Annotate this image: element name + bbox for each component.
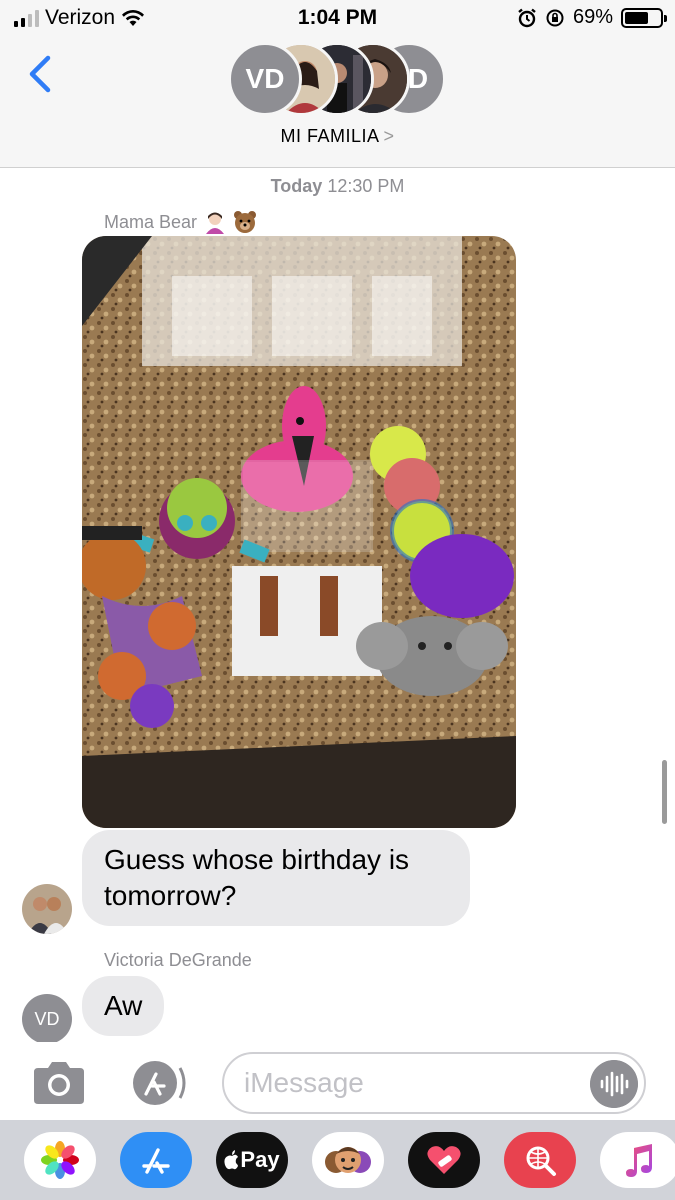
- sender-name: Mama Bear: [104, 210, 257, 234]
- sender-name: Victoria DeGrande: [104, 950, 252, 971]
- scroll-indicator[interactable]: [662, 760, 667, 824]
- group-name-label: MI FAMILIA: [280, 126, 380, 146]
- sender-label: Mama Bear: [104, 211, 198, 232]
- music-icon[interactable]: [600, 1132, 675, 1188]
- battery-fill: [625, 11, 649, 24]
- search-web-icon[interactable]: [504, 1132, 576, 1188]
- sender-avatar[interactable]: VD: [22, 994, 72, 1044]
- timestamp-day: Today: [270, 176, 323, 196]
- message-bubble[interactable]: Guess whose birthday is tomorrow?: [82, 830, 470, 926]
- conversation-header: D VD MI FAMILIA >: [0, 36, 675, 168]
- message-field[interactable]: [222, 1052, 646, 1114]
- timestamp-time: 12:30 PM: [327, 176, 405, 196]
- app-drawer: Pay: [0, 1120, 675, 1200]
- compose-bar: [0, 1042, 675, 1120]
- photo-image: [82, 236, 516, 828]
- apple-pay-icon[interactable]: Pay: [216, 1132, 288, 1188]
- battery-percent: 69%: [572, 6, 613, 28]
- message-timestamp: Today 12:30 PM: [0, 176, 675, 197]
- app-store-icon[interactable]: [120, 1132, 192, 1188]
- group-avatars[interactable]: D VD: [228, 42, 448, 118]
- sender-avatar[interactable]: [22, 884, 72, 934]
- photo-message[interactable]: [82, 236, 516, 828]
- camera-icon[interactable]: [30, 1060, 88, 1106]
- message-input[interactable]: [244, 1064, 584, 1102]
- chevron-right-icon: >: [383, 126, 395, 146]
- photos-icon[interactable]: [24, 1132, 96, 1188]
- rotation-lock-icon: [546, 9, 564, 26]
- message-bubble[interactable]: Aw: [82, 976, 165, 1036]
- heart-app-icon[interactable]: [408, 1132, 480, 1188]
- back-chevron-icon[interactable]: [22, 52, 62, 96]
- message-text: Guess whose birthday is tomorrow?: [104, 844, 410, 911]
- status-bar: Verizon 1:04 PM 69%: [0, 0, 675, 36]
- memoji-icon[interactable]: [312, 1132, 384, 1188]
- group-name[interactable]: MI FAMILIA >: [0, 126, 675, 147]
- battery-icon: [621, 7, 667, 28]
- message-text: Aw: [104, 990, 143, 1021]
- apple-logo-icon: [224, 1150, 239, 1170]
- woman-emoji-icon: [206, 212, 225, 234]
- bear-emoji-icon: [234, 211, 257, 233]
- alarm-icon: [518, 8, 536, 27]
- app-store-icon[interactable]: [126, 1060, 190, 1106]
- sender-label: Victoria DeGrande: [104, 950, 252, 970]
- apple-pay-label: Pay: [240, 1147, 280, 1172]
- avatar: VD: [228, 42, 302, 116]
- audio-message-icon[interactable]: [590, 1060, 638, 1108]
- status-right: 69%: [517, 6, 667, 29]
